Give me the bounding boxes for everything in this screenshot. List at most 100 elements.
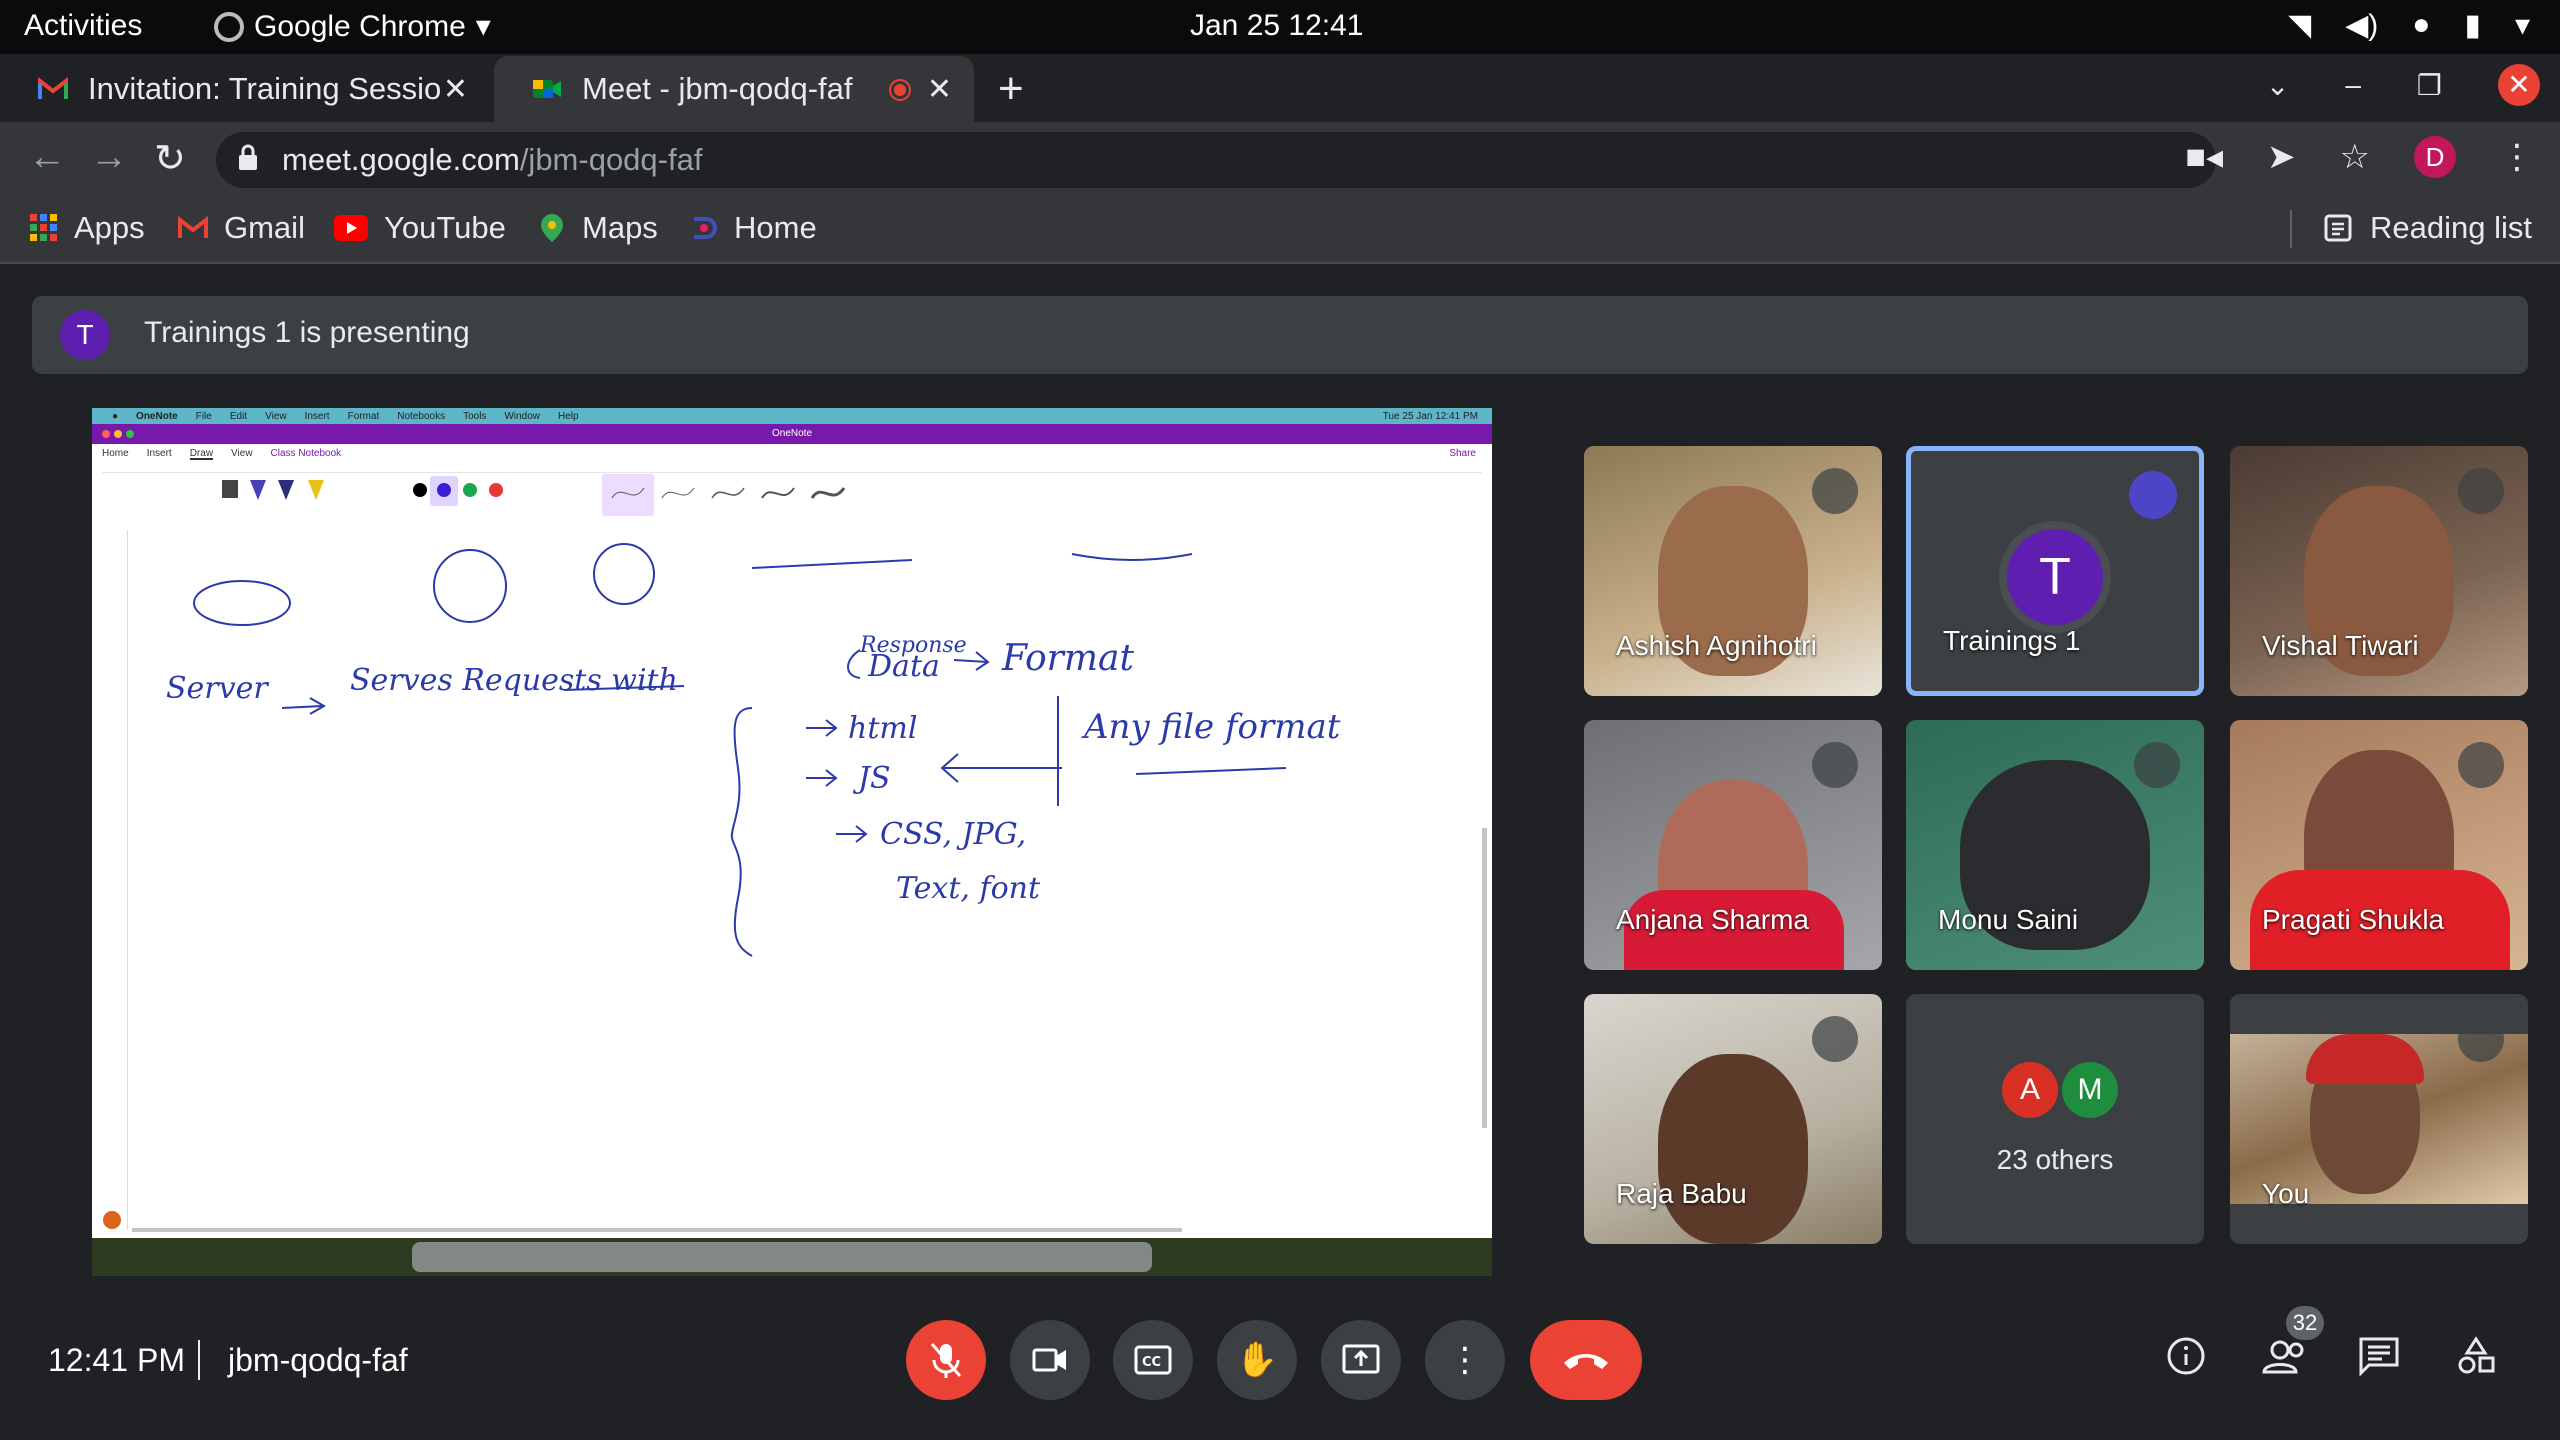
bookmarks-bar: Apps Gmail YouTube Maps Home Reading lis… [0,198,2560,264]
battery-icon: ▮ [2464,9,2481,42]
tab-meet[interactable]: Meet - jbm-qodq-faf ✕ [494,56,974,122]
participant-tile-others[interactable]: A M 23 others [1906,994,2204,1244]
restore-button[interactable]: ❐ [2417,69,2442,102]
wifi-icon: ◥ [2288,9,2312,42]
bookmark-label: Home [734,210,817,245]
microphone-icon: ● [2412,8,2431,41]
raise-hand-button[interactable]: ✋ [1217,1320,1297,1400]
participant-avatar: M [2062,1062,2118,1118]
chrome-menu-icon[interactable]: ⋮ [2500,137,2534,177]
participant-tile-pragati[interactable]: Pragati Shukla [2230,720,2528,970]
close-tab-icon[interactable]: ✕ [443,72,468,107]
apps-grid-icon [30,214,57,241]
close-window-button[interactable]: ✕ [2498,64,2540,106]
meeting-time: 12:41 PM [48,1342,185,1378]
ink-css-jpg: CSS, JPG, [880,817,1026,852]
reading-list-button[interactable]: Reading list [2290,210,2532,248]
meeting-code[interactable]: jbm-qodq-faf [228,1342,408,1379]
meet-control-bar: 12:41 PM jbm-qodq-faf CC ✋ ⋮ 32 [0,1286,2560,1440]
forward-arrow-icon[interactable]: → [90,136,128,179]
close-tab-icon[interactable]: ✕ [927,72,952,107]
app-menu[interactable]: Google Chrome ▾ [214,9,491,44]
hand-icon: ✋ [1235,1341,1279,1379]
present-screen-button[interactable] [1321,1320,1401,1400]
camera-in-use-icon[interactable]: ■◂ [2185,137,2223,177]
bookmark-gmail[interactable]: Gmail [178,210,305,246]
participant-name: Trainings 1 [1943,625,2081,656]
tab-strip: Invitation: Training Sessio ✕ Meet - jbm… [0,54,2560,122]
window-controls: ⌄ – ❐ ✕ [2266,64,2540,106]
mic-off-icon [1812,1016,1858,1062]
tab-search-chevron-icon[interactable]: ⌄ [2266,69,2289,102]
bookmark-label: Gmail [224,210,305,245]
shared-screen[interactable]: ● OneNote File Edit View Insert Format N… [92,408,1492,1276]
chat-button[interactable] [2358,1336,2400,1386]
bookmark-maps[interactable]: Maps [538,210,658,246]
ink-format: Format [1001,638,1134,679]
new-tab-button[interactable]: + [998,64,1024,114]
mic-off-icon [2458,1016,2504,1062]
back-arrow-icon[interactable]: ← [28,136,66,179]
meet-call-view: T Trainings 1 is presenting ● OneNote Fi… [0,264,2560,1440]
bookmark-apps[interactable]: Apps [30,210,145,246]
tab-gmail-invitation[interactable]: Invitation: Training Sessio ✕ [0,56,490,122]
more-options-button[interactable]: ⋮ [1425,1320,1505,1400]
gmail-icon [178,216,208,238]
participant-tile-you[interactable]: You [2230,994,2528,1244]
ink-any-file-format: Any file format [1081,707,1341,747]
presenter-avatar: T [60,310,110,360]
url-host: meet.google.com [282,142,520,177]
mic-off-icon [1812,742,1858,788]
bookmark-star-icon[interactable]: ☆ [2340,137,2370,177]
people-button[interactable] [2262,1336,2308,1386]
activities-button[interactable] [2456,1336,2496,1386]
reload-icon[interactable]: ↻ [154,136,186,181]
activities-button[interactable]: Activities [24,9,142,43]
camera-icon [1032,1348,1066,1372]
participant-tile-anjana[interactable]: Anjana Sharma [1584,720,1882,970]
participant-tile-ashish[interactable]: Ashish Agnihotri [1584,446,1882,696]
participant-tile-vishal[interactable]: Vishal Tiwari [2230,446,2528,696]
reading-list-label: Reading list [2370,210,2532,245]
recording-icon [889,79,911,101]
profile-avatar[interactable]: D [2414,136,2456,178]
participant-tile-raja[interactable]: Raja Babu [1584,994,1882,1244]
meeting-details-button[interactable] [2166,1336,2206,1386]
others-avatars: A M [2002,1062,2118,1118]
participant-name: Ashish Agnihotri [1616,630,1817,661]
mic-toggle-button[interactable] [906,1320,986,1400]
ink-html: html [848,711,917,746]
bookmark-youtube[interactable]: YouTube [334,210,506,246]
present-icon [1342,1344,1380,1374]
participant-video [1658,1054,1808,1244]
participant-tile-trainings-1[interactable]: T Trainings 1 [1906,446,2204,696]
home-bookmark-icon [694,217,717,239]
chat-icon [2359,1337,2399,1377]
app-name: Google Chrome [254,9,466,43]
system-tray[interactable]: ◥ ◀) ● ▮ ▾ [2288,8,2530,43]
send-tab-icon[interactable]: ➤ [2267,137,2296,177]
mic-off-icon [2458,742,2504,788]
end-call-button[interactable] [1530,1320,1642,1400]
mic-off-icon [2458,468,2504,514]
participant-name: Vishal Tiwari [2262,630,2419,661]
system-clock[interactable]: Jan 25 12:41 [1190,9,1363,43]
dock-apps [412,1242,1152,1272]
ink-serves-requests: Serves Requests with [350,663,678,698]
presenting-text: Trainings 1 is presenting [144,316,470,349]
google-meet-icon [533,80,561,98]
participant-name: Anjana Sharma [1616,904,1810,935]
captions-button[interactable]: CC [1113,1320,1193,1400]
bookmark-label: Apps [74,210,145,245]
bookmark-home[interactable]: Home [690,210,817,246]
mic-off-icon [1812,468,1858,514]
minimize-button[interactable]: – [2345,69,2361,101]
camera-toggle-button[interactable] [1010,1320,1090,1400]
youtube-icon [334,215,368,241]
address-bar[interactable]: meet.google.com/jbm-qodq-faf [216,132,2216,188]
chevron-down-icon: ▾ [2514,9,2530,42]
info-icon [2167,1337,2205,1375]
participant-tile-monu[interactable]: Monu Saini [1906,720,2204,970]
mic-off-icon [930,1343,962,1378]
lock-icon[interactable] [238,144,258,172]
